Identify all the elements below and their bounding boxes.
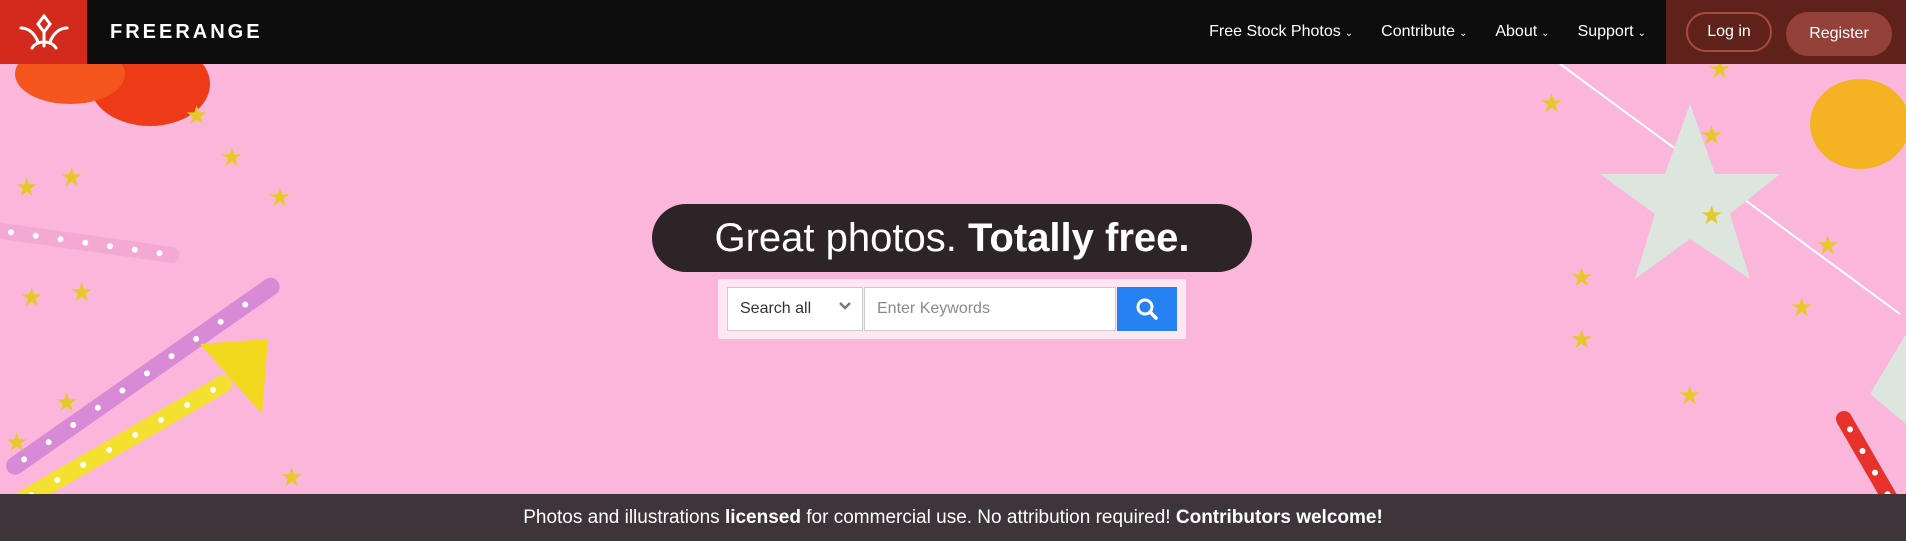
star-confetti: ★ — [1570, 262, 1594, 292]
search-bar: Search all — [718, 279, 1186, 339]
leaf-logo-icon — [19, 13, 68, 50]
star-confetti: ★ — [220, 142, 244, 172]
chevron-down-icon — [838, 299, 852, 318]
search-button[interactable] — [1117, 287, 1177, 331]
headline-regular: Great photos. — [714, 216, 957, 260]
login-button[interactable]: Log in — [1686, 12, 1772, 52]
logo[interactable] — [0, 0, 87, 64]
star-confetti: ★ — [60, 162, 84, 192]
register-button[interactable]: Register — [1786, 12, 1892, 56]
star-confetti: ★ — [280, 462, 304, 492]
strip-text-2: for commercial use. No attribution requi… — [806, 507, 1171, 528]
nav-item-label: Contribute — [1381, 23, 1455, 40]
chevron-down-icon: ⌄ — [1344, 27, 1354, 39]
star-confetti: ★ — [1678, 380, 1702, 410]
nav-support[interactable]: Support ⌄ — [1578, 23, 1646, 41]
nav-about[interactable]: About ⌄ — [1495, 23, 1549, 41]
party-decoration-left — [0, 64, 280, 494]
search-category-value: Search all — [740, 300, 812, 317]
star-confetti: ★ — [268, 182, 292, 212]
star-confetti: ★ — [1790, 292, 1814, 322]
star-confetti: ★ — [1708, 64, 1732, 84]
licensed-link[interactable]: licensed — [725, 507, 801, 528]
search-icon — [1136, 298, 1158, 320]
star-confetti: ★ — [15, 172, 39, 202]
star-confetti: ★ — [1570, 324, 1594, 354]
star-confetti: ★ — [1700, 200, 1724, 230]
star-confetti: ★ — [185, 100, 209, 130]
star-confetti: ★ — [20, 282, 44, 312]
headline-bold: Totally free. — [967, 216, 1190, 260]
star-confetti: ★ — [1700, 120, 1724, 150]
star-confetti: ★ — [70, 277, 94, 307]
nav-free-stock-photos[interactable]: Free Stock Photos ⌄ — [1209, 23, 1353, 41]
hero-banner: ★ ★ ★ ★ ★ ★ ★ ★ ★ ★ ★ ★ ★ ★ ★ ★ ★ ★ ★ Gr… — [0, 64, 1906, 494]
brand-name[interactable]: FREERANGE — [110, 0, 263, 64]
chevron-down-icon: ⌄ — [1637, 27, 1646, 39]
licensing-banner: Photos and illustrations licensed for co… — [0, 494, 1906, 541]
chevron-down-icon: ⌄ — [1541, 27, 1550, 39]
nav-item-label: Free Stock Photos — [1209, 23, 1341, 40]
search-category-select[interactable]: Search all — [727, 287, 863, 331]
auth-area: Log in Register — [1666, 0, 1906, 64]
contributors-welcome-link[interactable]: Contributors welcome! — [1176, 507, 1383, 528]
top-nav: FREERANGE Free Stock Photos ⌄ Contribute ⌄… — [0, 0, 1906, 64]
nav-item-label: About — [1495, 23, 1538, 40]
star-confetti: ★ — [5, 427, 29, 457]
star-confetti: ★ — [55, 387, 79, 417]
star-confetti: ★ — [1816, 230, 1840, 260]
star-confetti: ★ — [1540, 88, 1564, 118]
chevron-down-icon: ⌄ — [1458, 27, 1468, 39]
main-menu: Free Stock Photos ⌄ Contribute ⌄ About ⌄ Su… — [1181, 0, 1646, 64]
nav-contribute[interactable]: Contribute ⌄ — [1381, 23, 1467, 41]
search-input[interactable] — [864, 287, 1116, 331]
nav-item-label: Support — [1577, 23, 1634, 40]
hero-headline: Great photos. Totally free. — [652, 204, 1252, 272]
strip-text-1: Photos and illustrations — [523, 507, 720, 528]
